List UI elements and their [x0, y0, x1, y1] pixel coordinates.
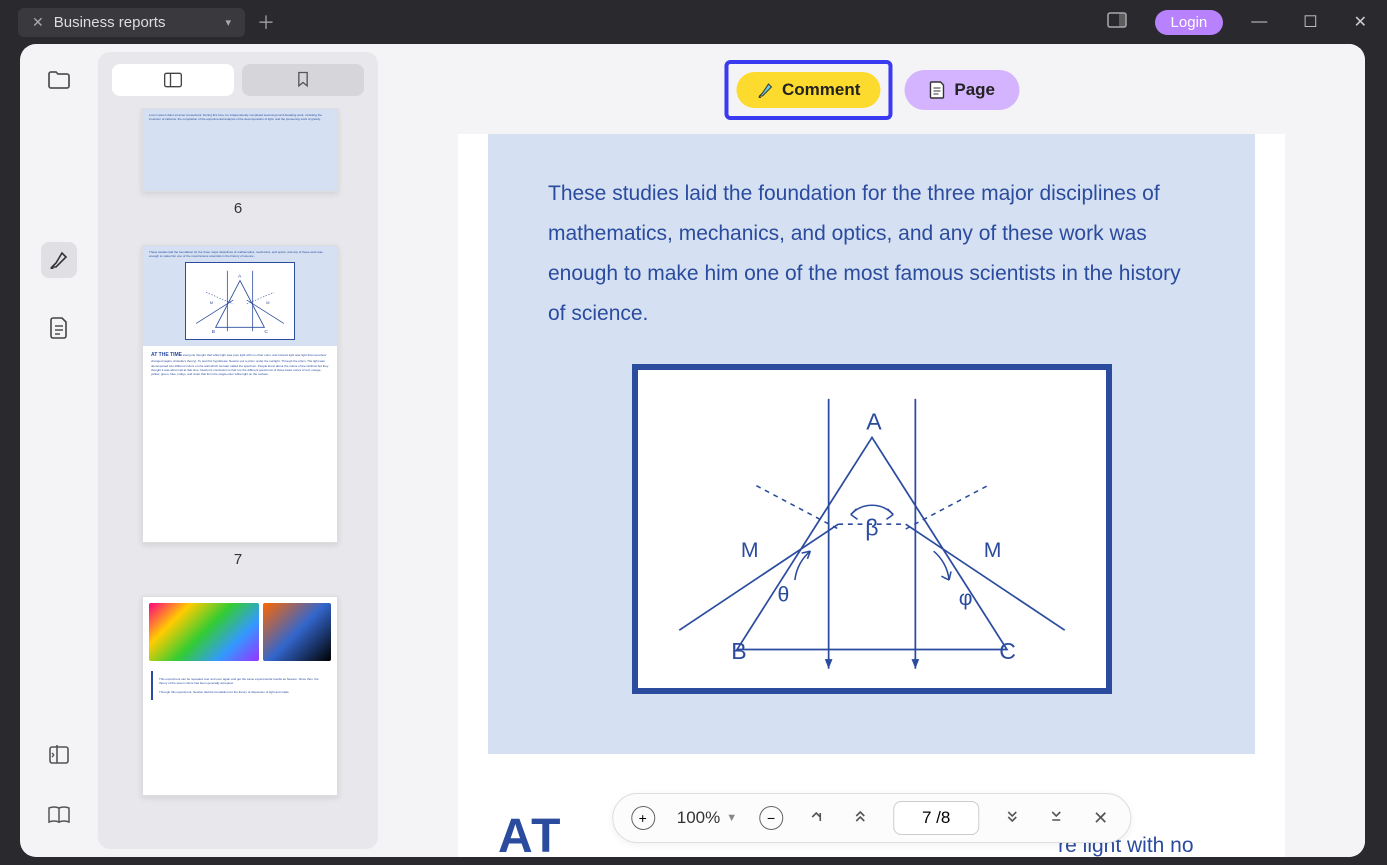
highlighter-icon [756, 81, 774, 99]
thumbnail-panel: Lorem ipsum dolor sit amet consectetur. … [98, 52, 378, 849]
svg-text:B: B [212, 330, 215, 336]
at-heading: AT [498, 810, 562, 857]
page-number-input[interactable]: 7 /8 [893, 801, 979, 835]
next-page-button[interactable] [1001, 806, 1023, 831]
sidebar-left [20, 44, 98, 857]
comment-button[interactable]: Comment [736, 72, 880, 108]
document-tab[interactable]: ✕ Business reports ▾ [18, 8, 245, 37]
svg-text:β: β [865, 514, 878, 540]
thumb-label: 7 [142, 551, 334, 568]
zoom-value: 100% [677, 808, 720, 828]
svg-text:φ: φ [958, 587, 972, 610]
window-close-icon[interactable]: ✕ [1346, 12, 1375, 32]
svg-text:A: A [238, 274, 242, 280]
tab-title: Business reports [54, 14, 166, 31]
page-icon [928, 80, 946, 100]
collapse-panel-icon[interactable] [41, 737, 77, 773]
svg-text:M: M [983, 539, 1001, 562]
window-minimize-icon[interactable]: — [1243, 13, 1275, 31]
comment-button-highlight: Comment [724, 60, 892, 120]
book-view-icon[interactable] [41, 797, 77, 833]
zoom-out-button[interactable]: − [759, 806, 783, 830]
bottom-toolbar: + 100% ▼ − 7 /8 ✕ [612, 793, 1131, 843]
document-page: These studies laid the foundation for th… [458, 134, 1285, 857]
document-viewport[interactable]: These studies laid the foundation for th… [458, 44, 1285, 857]
thumbnail-page-8[interactable]: This experiment can be repeated over and… [142, 596, 334, 796]
thumbnail-list[interactable]: Lorem ipsum dolor sit amet consectetur. … [98, 108, 378, 849]
thumb-label: 6 [142, 200, 334, 217]
svg-text:θ: θ [777, 583, 789, 606]
bookmarks-tab[interactable] [242, 64, 364, 96]
intro-paragraph-box: These studies laid the foundation for th… [488, 134, 1255, 754]
svg-text:M: M [210, 300, 213, 305]
last-page-button[interactable] [1045, 806, 1067, 831]
prism-diagram: A B C M M β θ φ [632, 364, 1112, 694]
chevron-down-icon: ▼ [726, 812, 737, 824]
svg-text:B: B [731, 638, 746, 664]
first-page-button[interactable] [805, 806, 827, 831]
intro-paragraph: These studies laid the foundation for th… [548, 174, 1195, 334]
highlighter-tool-icon[interactable] [41, 242, 77, 278]
prev-page-button[interactable] [849, 806, 871, 831]
thumbnail-page-6[interactable]: Lorem ipsum dolor sit amet consectetur. … [142, 108, 334, 217]
close-toolbar-button[interactable]: ✕ [1089, 804, 1112, 833]
svg-text:C: C [999, 638, 1016, 664]
thumbnails-tab[interactable] [112, 64, 234, 96]
svg-text:C: C [264, 330, 268, 336]
page-button[interactable]: Page [904, 70, 1019, 110]
svg-text:M: M [740, 539, 758, 562]
zoom-dropdown[interactable]: 100% ▼ [677, 808, 737, 828]
main-area: Lorem ipsum dolor sit amet consectetur. … [20, 44, 1365, 857]
titlebar: ✕ Business reports ▾ ＋ Login — ☐ ✕ [0, 0, 1387, 44]
page-label: Page [954, 80, 995, 100]
comment-label: Comment [782, 80, 860, 100]
window-maximize-icon[interactable]: ☐ [1295, 12, 1325, 32]
close-tab-icon[interactable]: ✕ [32, 14, 44, 31]
svg-text:A: A [866, 408, 882, 434]
svg-text:M: M [266, 300, 269, 305]
tab-chevron-icon[interactable]: ▾ [225, 16, 231, 29]
thumbnail-page-7[interactable]: These studies laid the foundation for th… [142, 245, 334, 568]
document-content-area: Comment Page These studies laid the foun… [378, 44, 1365, 857]
login-button[interactable]: Login [1155, 10, 1224, 35]
new-tab-button[interactable]: ＋ [257, 9, 275, 35]
page-tool-icon[interactable] [41, 310, 77, 346]
panel-toggle-icon[interactable] [1099, 12, 1135, 33]
folder-icon[interactable] [41, 62, 77, 98]
zoom-in-button[interactable]: + [631, 806, 655, 830]
